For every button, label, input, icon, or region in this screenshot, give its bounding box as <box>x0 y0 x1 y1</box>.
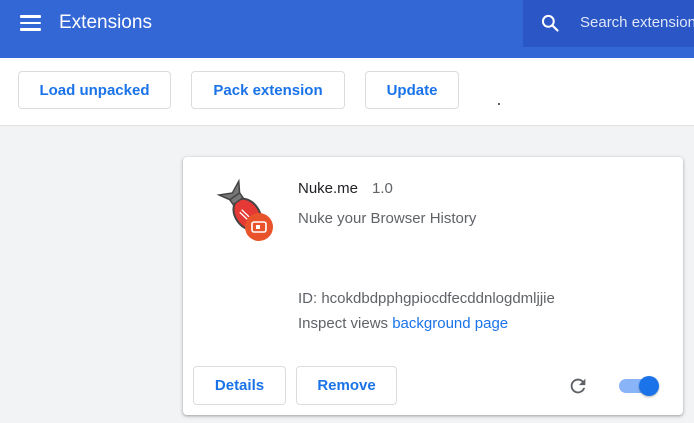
extension-badge-icon <box>245 213 273 241</box>
menu-icon[interactable] <box>20 15 41 31</box>
extension-id-line: ID: hcokdbdpphgpiocdfecddnlogdmljjie <box>298 290 555 307</box>
extension-card: Nuke.me 1.0 Nuke your Browser History ID… <box>183 157 683 415</box>
pack-extension-button[interactable]: Pack extension <box>191 71 345 109</box>
developer-toolbar: Load unpacked Pack extension Update <box>0 58 694 126</box>
enable-toggle[interactable] <box>619 375 659 397</box>
search-icon[interactable] <box>540 13 560 33</box>
inspect-views: Inspect views background page <box>298 315 508 332</box>
toggle-knob <box>639 376 659 396</box>
inspect-views-label: Inspect views <box>298 315 389 332</box>
reload-icon[interactable] <box>567 375 589 397</box>
extension-description: Nuke your Browser History <box>298 210 477 227</box>
search-box[interactable] <box>523 0 694 47</box>
extension-name: Nuke.me <box>298 180 359 197</box>
remove-button[interactable]: Remove <box>296 366 397 405</box>
search-input[interactable] <box>580 10 694 34</box>
update-button[interactable]: Update <box>365 71 459 109</box>
top-bar: Extensions <box>0 0 694 58</box>
extension-id: hcokdbdpphgpiocdfecddnlogdmljjie <box>321 290 555 307</box>
extension-id-label: ID: <box>298 290 322 307</box>
stray-dot <box>498 103 500 105</box>
details-button[interactable]: Details <box>193 366 286 405</box>
extension-version: 1.0 <box>372 180 393 197</box>
background-page-link[interactable]: background page <box>392 315 508 332</box>
load-unpacked-button[interactable]: Load unpacked <box>18 71 171 109</box>
page-title: Extensions <box>59 12 152 33</box>
